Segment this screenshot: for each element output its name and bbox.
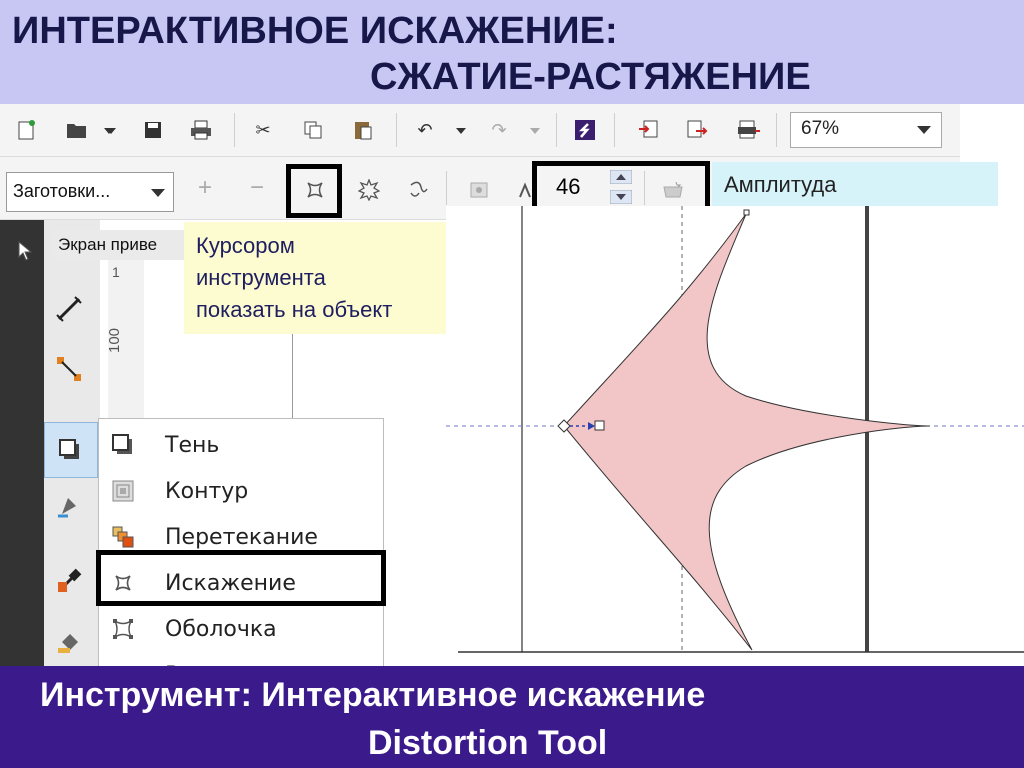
- redo-dropdown-arrow-icon[interactable]: [530, 128, 540, 134]
- presets-select[interactable]: Заготовки...: [6, 172, 174, 212]
- print-icon[interactable]: [188, 117, 214, 143]
- effects-tool-active[interactable]: [44, 422, 98, 478]
- menu-item-label: Тень: [165, 432, 220, 458]
- zipper-distortion-icon[interactable]: [356, 177, 382, 203]
- redo-icon[interactable]: ↷: [486, 117, 512, 143]
- twister-distortion-icon[interactable]: [406, 177, 432, 203]
- amplitude-callout: Амплитуда: [712, 162, 998, 206]
- toolbox-dark-strip: [0, 220, 44, 668]
- zoom-level-value: 67%: [801, 118, 840, 139]
- undo-dropdown-arrow-icon[interactable]: [456, 128, 466, 134]
- menu-item-label: Перетекание: [165, 524, 318, 550]
- vertical-ruler: 1 100: [106, 260, 144, 420]
- remove-preset-icon[interactable]: −: [244, 174, 270, 201]
- distorted-shape-canvas: [446, 206, 1024, 653]
- ruler-mark: 100: [106, 327, 124, 354]
- cursor-callout-line3: показать на объект: [196, 297, 393, 322]
- toolbar-separator: [556, 113, 557, 147]
- save-icon[interactable]: [140, 117, 166, 143]
- transparency-tool-icon[interactable]: [56, 494, 82, 520]
- toolbar-separator: [446, 171, 447, 205]
- publish-pdf-icon[interactable]: [736, 117, 762, 143]
- dimension-tool-icon[interactable]: [56, 296, 82, 322]
- shadow-icon: [109, 431, 137, 459]
- open-dropdown-arrow-icon[interactable]: [106, 128, 116, 134]
- add-preset-icon[interactable]: +: [192, 174, 218, 201]
- slide-title-line2: СЖАТИЕ-РАСТЯЖЕНИЕ: [370, 56, 811, 98]
- slide-title-line1: ИНТЕРАКТИВНОЕ ИСКАЖЕНИЕ:: [12, 10, 618, 52]
- blend-icon: [109, 523, 137, 551]
- push-pull-highlight-frame: [286, 164, 342, 218]
- toolbar-separator: [776, 113, 777, 147]
- new-document-icon[interactable]: [14, 117, 40, 143]
- eyedropper-tool-icon[interactable]: [56, 568, 82, 594]
- envelope-icon: [109, 615, 137, 643]
- toolbar-separator: [614, 113, 615, 147]
- title-band: ИНТЕРАКТИВНОЕ ИСКАЖЕНИЕ: СЖАТИЕ-РАСТЯЖЕН…: [0, 0, 1024, 104]
- open-folder-icon[interactable]: [64, 117, 90, 143]
- paste-icon[interactable]: [350, 117, 376, 143]
- distort-item-highlight-frame: [96, 550, 386, 606]
- footer-line1: Инструмент: Интерактивное искажение: [40, 676, 706, 714]
- cursor-callout-line1: Курсором: [196, 233, 295, 258]
- presets-select-value: Заготовки...: [13, 181, 111, 201]
- corel-connect-icon[interactable]: [572, 117, 598, 143]
- contour-icon: [109, 477, 137, 505]
- drawing-area: [446, 206, 1024, 666]
- drop-shadow-tool-icon: [57, 437, 83, 463]
- menu-item-contour[interactable]: Контур: [99, 469, 383, 513]
- menu-item-envelope[interactable]: Оболочка: [99, 607, 383, 651]
- menu-item-label: Контур: [165, 478, 249, 504]
- distorted-star-shape: [563, 213, 931, 651]
- toolbar-separator: [396, 113, 397, 147]
- copy-icon[interactable]: [300, 117, 326, 143]
- pick-tool-icon[interactable]: [12, 238, 38, 264]
- undo-icon[interactable]: ↶: [412, 117, 438, 143]
- export-icon[interactable]: [684, 117, 710, 143]
- menu-item-shadow[interactable]: Тень: [99, 423, 383, 467]
- import-icon[interactable]: [636, 117, 662, 143]
- center-distortion-icon[interactable]: [466, 177, 492, 203]
- zoom-level-select[interactable]: 67%: [790, 112, 942, 148]
- effects-flyout-menu: Тень Контур Перетекание Искажение Оболоч…: [98, 418, 384, 688]
- ruler-mark: 1: [112, 264, 120, 280]
- cut-icon[interactable]: ✂: [250, 117, 276, 143]
- cursor-callout-line2: инструмента: [196, 265, 326, 290]
- toolbar-separator: [234, 113, 235, 147]
- zoom-dropdown-arrow-icon[interactable]: [917, 126, 931, 134]
- cursor-instruction-callout: Курсором инструмента показать на объект: [184, 222, 446, 334]
- footer-line2: Distortion Tool: [368, 724, 608, 762]
- footer-band: Инструмент: Интерактивное искажение Dist…: [0, 666, 1024, 768]
- menu-item-label: Оболочка: [165, 616, 277, 642]
- connector-tool-icon[interactable]: [56, 356, 82, 382]
- presets-dropdown-arrow-icon[interactable]: [151, 189, 165, 197]
- fill-tool-icon[interactable]: [56, 628, 82, 654]
